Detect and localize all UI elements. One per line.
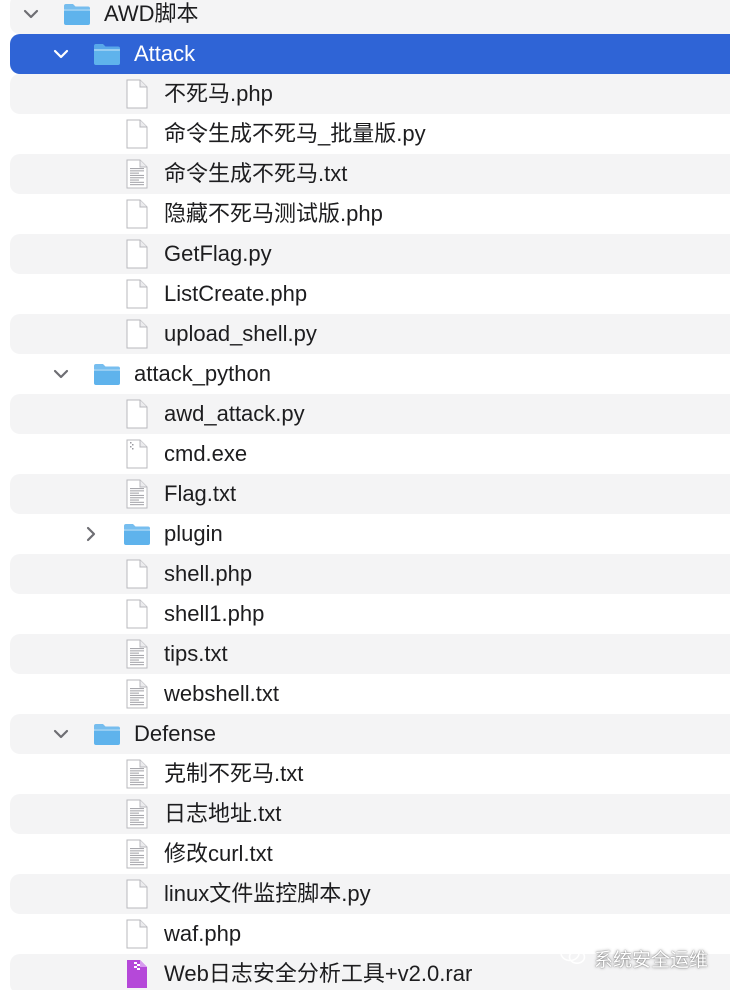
item-label: shell.php (164, 561, 253, 586)
folder-icon (92, 359, 122, 389)
item-label: GetFlag.py (164, 241, 272, 266)
item-label: 隐藏不死马测试版.php (164, 201, 383, 226)
folder-icon (62, 0, 92, 29)
document-icon (122, 199, 152, 229)
item-label: 不死马.php (164, 81, 273, 106)
file-row-webshell-txt[interactable]: webshell.txt (10, 674, 730, 714)
folder-row-attack-python[interactable]: attack_python (10, 354, 730, 394)
document-icon (122, 79, 152, 109)
item-label: plugin (164, 521, 223, 546)
file-row-隐藏不死马测试版-php[interactable]: 隐藏不死马测试版.php (10, 194, 730, 234)
item-label: Defense (134, 721, 216, 746)
document-icon (122, 119, 152, 149)
item-label: 命令生成不死马.txt (164, 161, 348, 186)
chevron-down-icon[interactable] (20, 3, 42, 25)
folder-row-awd脚本[interactable]: AWD脚本 (10, 0, 730, 34)
item-label: 修改curl.txt (164, 841, 273, 866)
chevron-right-icon[interactable] (80, 523, 102, 545)
text-document-icon (122, 639, 152, 669)
folder-row-defense[interactable]: Defense (10, 714, 730, 754)
file-row-linux文件监控脚本-py[interactable]: linux文件监控脚本.py (10, 874, 730, 914)
watermark-text: 系统安全运维 (593, 949, 708, 971)
document-icon (122, 879, 152, 909)
file-row-命令生成不死马-txt[interactable]: 命令生成不死马.txt (10, 154, 730, 194)
item-label: ListCreate.php (164, 281, 308, 306)
item-label: 克制不死马.txt (164, 761, 304, 786)
watermark: 系统安全运维 (560, 944, 708, 972)
text-document-icon (122, 679, 152, 709)
document-icon (122, 319, 152, 349)
item-label: attack_python (134, 361, 271, 386)
text-document-icon (122, 759, 152, 789)
item-label: shell1.php (164, 601, 265, 626)
folder-icon (92, 39, 122, 69)
folder-icon (122, 519, 152, 549)
text-document-icon (122, 479, 152, 509)
text-document-icon (122, 159, 152, 189)
item-label: Flag.txt (164, 481, 237, 506)
file-row-修改curl-txt[interactable]: 修改curl.txt (10, 834, 730, 874)
file-row-listcreate-php[interactable]: ListCreate.php (10, 274, 730, 314)
item-label: Web日志安全分析工具+v2.0.rar (164, 961, 473, 986)
item-label: 命令生成不死马_批量版.py (164, 121, 426, 146)
file-row-awd-attack-py[interactable]: awd_attack.py (10, 394, 730, 434)
file-row-flag-txt[interactable]: Flag.txt (10, 474, 730, 514)
document-icon (122, 599, 152, 629)
item-label: webshell.txt (164, 681, 279, 706)
file-row-upload-shell-py[interactable]: upload_shell.py (10, 314, 730, 354)
chevron-down-icon[interactable] (50, 363, 72, 385)
folder-row-attack[interactable]: Attack (10, 34, 730, 74)
text-document-icon (122, 839, 152, 869)
file-row-克制不死马-txt[interactable]: 克制不死马.txt (10, 754, 730, 794)
file-row-不死马-php[interactable]: 不死马.php (10, 74, 730, 114)
item-label: waf.php (164, 921, 242, 946)
item-label: cmd.exe (164, 441, 248, 466)
file-row-tips-txt[interactable]: tips.txt (10, 634, 730, 674)
document-icon (122, 919, 152, 949)
document-icon (122, 399, 152, 429)
file-row-shell1-php[interactable]: shell1.php (10, 594, 730, 634)
document-icon (122, 559, 152, 589)
chevron-down-icon[interactable] (50, 43, 72, 65)
item-label: 日志地址.txt (164, 801, 282, 826)
folder-icon (92, 719, 122, 749)
document-icon (122, 279, 152, 309)
text-document-icon (122, 799, 152, 829)
file-row-命令生成不死马-批量版-py[interactable]: 命令生成不死马_批量版.py (10, 114, 730, 154)
file-row-getflag-py[interactable]: GetFlag.py (10, 234, 730, 274)
item-label: tips.txt (164, 641, 228, 666)
folder-row-plugin[interactable]: plugin (10, 514, 730, 554)
document-icon (122, 239, 152, 269)
file-row-日志地址-txt[interactable]: 日志地址.txt (10, 794, 730, 834)
archive-icon (122, 959, 152, 989)
file-tree: AWD脚本 Attack 不死马.php 命令生成不死马_批量版.py 命令生成不死马.… (0, 0, 730, 990)
file-row-cmd-exe[interactable]: cmd.exe (10, 434, 730, 474)
item-label: Attack (134, 41, 196, 66)
item-label: awd_attack.py (164, 401, 305, 426)
item-label: upload_shell.py (164, 321, 317, 346)
item-label: linux文件监控脚本.py (164, 881, 371, 906)
item-label: AWD脚本 (104, 1, 199, 26)
wechat-icon (560, 944, 586, 972)
file-row-shell-php[interactable]: shell.php (10, 554, 730, 594)
executable-icon (122, 439, 152, 469)
chevron-down-icon[interactable] (50, 723, 72, 745)
